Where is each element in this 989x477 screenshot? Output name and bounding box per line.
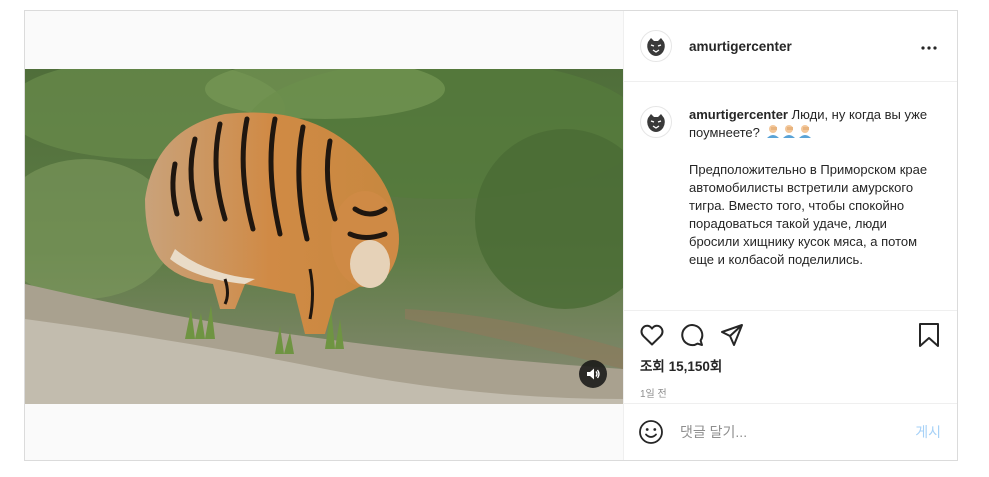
- more-icon: [921, 37, 937, 55]
- post-header: amurtigercenter: [624, 11, 957, 82]
- caption-username[interactable]: amurtigercenter: [689, 107, 788, 122]
- tiger-logo-icon: [642, 32, 670, 60]
- comment-input[interactable]: [678, 423, 914, 441]
- emoji-icon[interactable]: [638, 419, 664, 445]
- post-side-panel: amurtigercenter amurtigercenter Люди, ну…: [623, 11, 957, 460]
- volume-toggle-button[interactable]: [579, 360, 607, 388]
- heart-icon: [640, 324, 664, 351]
- bookmark-icon: [918, 322, 940, 353]
- post-timestamp[interactable]: 1일 전: [624, 375, 957, 400]
- comment-icon: [680, 323, 704, 352]
- share-button[interactable]: [718, 323, 746, 351]
- tiger-video-frame: [25, 69, 623, 404]
- volume-icon: [586, 367, 600, 381]
- caption-description: Предположительно в Приморском крае автом…: [689, 162, 928, 268]
- caption-section: amurtigercenter Люди, ну когда вы уже по…: [624, 82, 957, 311]
- caption-text: amurtigercenter Люди, ну когда вы уже по…: [689, 106, 933, 310]
- avatar[interactable]: [640, 30, 672, 62]
- comment-button[interactable]: [678, 323, 706, 351]
- save-button[interactable]: [915, 322, 943, 353]
- instagram-post: amurtigercenter amurtigercenter Люди, ну…: [24, 10, 958, 461]
- action-bar: [624, 311, 957, 353]
- facepalm-emoji-icon: [766, 124, 814, 143]
- caption-avatar[interactable]: [640, 106, 672, 138]
- share-icon: [720, 323, 744, 352]
- comment-form: 게시: [624, 403, 957, 460]
- post-video[interactable]: [25, 69, 623, 404]
- view-count-label[interactable]: 조회 15,150회: [640, 359, 722, 374]
- tiger-logo-icon: [642, 108, 670, 136]
- post-comment-button[interactable]: 게시: [913, 422, 943, 442]
- header-username[interactable]: amurtigercenter: [689, 39, 792, 54]
- more-options-button[interactable]: [917, 34, 941, 58]
- view-count: 조회 15,150회: [624, 353, 957, 375]
- like-button[interactable]: [638, 323, 666, 351]
